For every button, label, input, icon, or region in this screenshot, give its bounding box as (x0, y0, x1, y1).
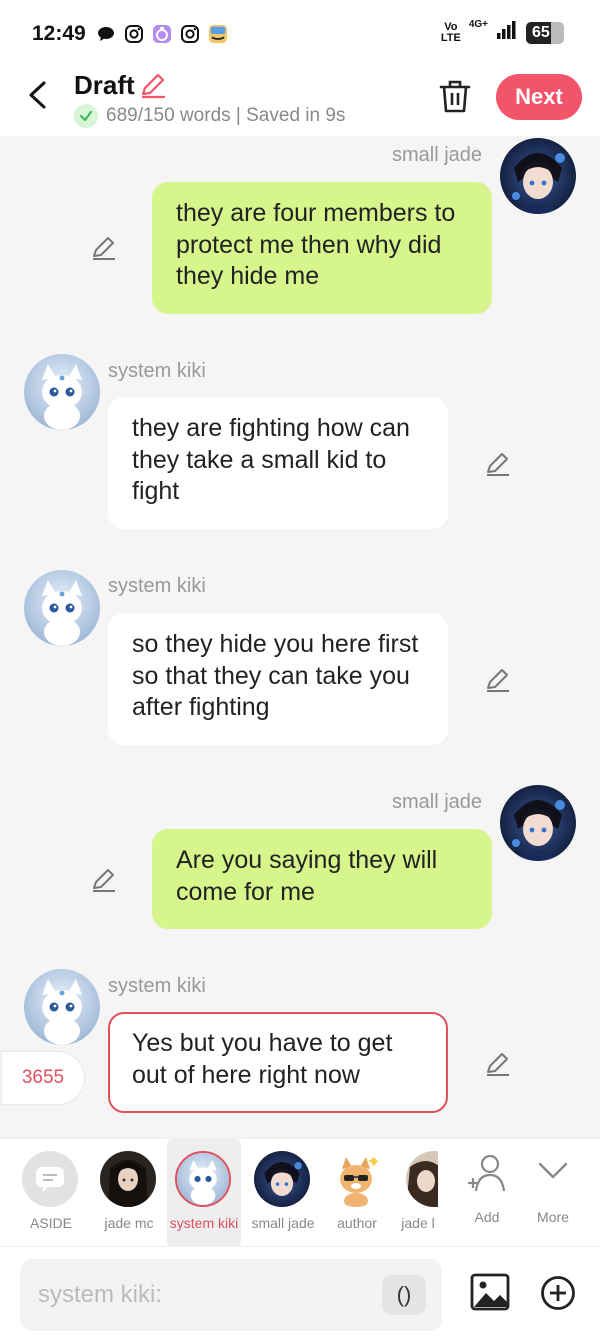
avatar-small-jade[interactable] (500, 138, 576, 214)
plus-circle-icon (541, 1276, 575, 1310)
edit-message-icon[interactable] (484, 666, 512, 694)
volte-top: Vo (444, 20, 458, 33)
volte-indicator: Vo LTE (440, 20, 461, 44)
edit-message-icon[interactable] (90, 866, 118, 894)
message-bubble[interactable]: so they hide you here first so that they… (108, 613, 448, 745)
aside-icon (22, 1151, 78, 1207)
speaker-name: small jade (392, 791, 483, 813)
battery-icon: 65 (526, 21, 564, 44)
page-title: Draft (74, 70, 135, 100)
signal-icon (496, 20, 518, 45)
word-count-status: 689/150 words | Saved in 9s (74, 104, 345, 128)
character-system-kiki[interactable]: system kiki (167, 1139, 241, 1247)
speaker-name: system kiki (108, 575, 206, 597)
character-jade-mc[interactable]: jade mc (92, 1139, 166, 1247)
avatar-system-kiki[interactable] (24, 969, 100, 1045)
message-bubble[interactable]: they are four members to protect me then… (152, 182, 492, 314)
input-bar: system kiki: () (0, 1246, 600, 1340)
message-bubble-selected[interactable]: Yes but you have to get out of here righ… (108, 1012, 448, 1113)
message-input[interactable]: system kiki: () (20, 1259, 442, 1331)
chevron-down-icon (538, 1161, 568, 1186)
word-count-text: 689/150 words | Saved in 9s (106, 105, 346, 126)
image-button[interactable] (470, 1273, 510, 1311)
edit-message-icon[interactable] (484, 1050, 512, 1078)
check-icon (74, 104, 98, 128)
message-counter[interactable]: 3655 (2, 1052, 84, 1104)
character-bar: ASIDE jade mc system kiki small jade aut… (0, 1138, 600, 1247)
speaker-name: system kiki (108, 360, 206, 382)
avatar-jade-l (406, 1151, 438, 1207)
character-small-jade[interactable]: small jade (246, 1139, 320, 1247)
chat-bubble-icon (96, 24, 116, 44)
character-aside[interactable]: ASIDE (14, 1139, 88, 1247)
trash-icon (439, 80, 471, 113)
network-type: 4G+ (468, 19, 488, 30)
avatar-jade-mc (100, 1151, 156, 1207)
message-bubble[interactable]: Are you saying they will come for me (152, 829, 492, 929)
image-icon (470, 1273, 510, 1311)
character-label: author (337, 1215, 377, 1231)
status-bar: 12:49 Vo LTE 4G+ 65 (0, 0, 600, 66)
edit-message-icon[interactable] (90, 234, 118, 262)
avatar-small-jade[interactable] (500, 785, 576, 861)
app-header: Draft 689/150 words | Saved in 9s Next (0, 66, 600, 136)
system-status: Vo LTE 4G+ 65 (440, 19, 564, 45)
parentheses-button[interactable]: () (382, 1275, 426, 1315)
character-label: jade l (401, 1215, 435, 1231)
add-character-button[interactable]: Add (450, 1139, 524, 1247)
avatar-author (328, 1151, 384, 1207)
next-button[interactable]: Next (496, 74, 582, 120)
avatar-small-jade (254, 1151, 310, 1207)
notification-icons (96, 24, 228, 44)
instagram-icon (124, 24, 144, 44)
avatar-system-kiki[interactable] (24, 354, 100, 430)
input-placeholder: system kiki: (38, 1281, 163, 1308)
battery-level: 65 (532, 23, 550, 41)
delete-button[interactable] (438, 78, 472, 114)
back-button[interactable] (22, 78, 56, 112)
character-author[interactable]: author (320, 1139, 394, 1247)
speaker-name: system kiki (108, 975, 206, 997)
chevron-left-icon (29, 81, 46, 109)
add-user-icon (466, 1153, 508, 1198)
add-button[interactable] (540, 1275, 576, 1311)
instagram-icon-2 (180, 24, 200, 44)
avatar-system-kiki[interactable] (24, 570, 100, 646)
timer-app-icon (152, 24, 172, 44)
more-label: More (537, 1209, 569, 1225)
speaker-name: small jade (392, 144, 483, 166)
avatar-system-kiki (175, 1151, 231, 1207)
edit-title-icon[interactable] (138, 70, 168, 100)
amazon-icon (208, 24, 228, 44)
edit-message-icon[interactable] (484, 450, 512, 478)
more-characters-button[interactable]: More (516, 1139, 590, 1247)
message-bubble[interactable]: they are fighting how can they take a sm… (108, 397, 448, 529)
volte-bottom: LTE (440, 31, 461, 44)
status-time: 12:49 (32, 22, 86, 45)
character-jade-l[interactable]: jade l (398, 1139, 438, 1247)
